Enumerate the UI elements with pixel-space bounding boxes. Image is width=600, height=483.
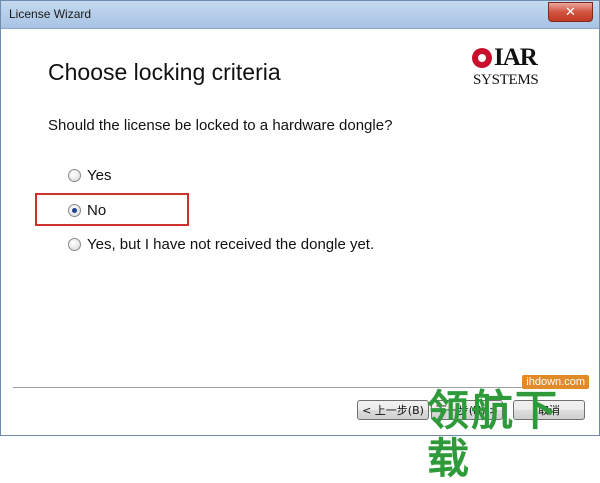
question-label: Should the license be locked to a hardwa… bbox=[48, 117, 393, 134]
highlight-annotation bbox=[35, 193, 189, 226]
header-divider bbox=[6, 101, 594, 102]
logo-subtext: SYSTEMS bbox=[473, 72, 539, 88]
logo-word: IAR bbox=[494, 44, 538, 71]
site-watermark: ihdown.com 领航下载 bbox=[427, 375, 599, 483]
option-yes-label: Yes bbox=[87, 167, 112, 184]
watermark-text: 领航下载 bbox=[427, 386, 560, 483]
wizard-header: Choose locking criteria IAR SYSTEMS bbox=[6, 29, 594, 101]
close-icon: ✕ bbox=[565, 4, 576, 19]
iar-systems-logo: IAR SYSTEMS bbox=[472, 44, 550, 90]
back-button[interactable]: < 上一步(B) bbox=[357, 400, 429, 420]
title-bar[interactable]: License Wizard ✕ bbox=[1, 1, 599, 29]
radio-yes-later[interactable] bbox=[68, 238, 81, 251]
window-title: License Wizard bbox=[9, 7, 92, 21]
close-button[interactable]: ✕ bbox=[548, 2, 593, 22]
page-title: Choose locking criteria bbox=[48, 59, 281, 85]
radio-yes[interactable] bbox=[68, 169, 81, 182]
logo-dot-icon bbox=[472, 48, 492, 68]
option-yes-later-label: Yes, but I have not received the dongle … bbox=[87, 236, 375, 253]
license-wizard-window: License Wizard ✕ Choose locking criteria… bbox=[0, 0, 600, 483]
option-yes-later[interactable]: Yes, but I have not received the dongle … bbox=[68, 236, 374, 253]
option-yes[interactable]: Yes bbox=[68, 167, 111, 184]
